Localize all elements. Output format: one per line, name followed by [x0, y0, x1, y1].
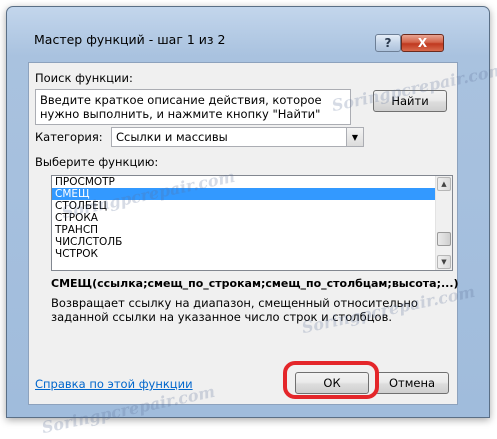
- close-icon: X: [417, 36, 428, 50]
- search-input[interactable]: Введите краткое описание действия, котор…: [35, 89, 351, 125]
- category-select[interactable]: Ссылки и массивы ▼: [111, 127, 364, 147]
- list-item-selected[interactable]: СМЕЩ: [52, 188, 452, 200]
- list-item[interactable]: ЧИСЛСТОЛБ: [52, 236, 452, 248]
- chevron-down-icon[interactable]: ▼: [346, 128, 363, 146]
- search-label: Поиск функции:: [35, 71, 133, 85]
- find-button[interactable]: Найти: [373, 90, 447, 112]
- function-listbox[interactable]: ПРОСМОТР СМЕЩ СТОЛБЕЦ СТРОКА ТРАНСП ЧИСЛ…: [51, 175, 453, 271]
- list-item[interactable]: СТОЛБЕЦ: [52, 200, 452, 212]
- function-help-link[interactable]: Справка по этой функции: [35, 377, 193, 391]
- help-button[interactable]: ?: [375, 34, 401, 52]
- dialog-client-area: Поиск функции: Введите краткое описание …: [28, 62, 459, 405]
- dialog-title: Мастер функций - шаг 1 из 2: [34, 32, 226, 47]
- ok-highlight-frame: [283, 361, 379, 399]
- cancel-button[interactable]: Отмена: [375, 372, 449, 394]
- category-value: Ссылки и массивы: [116, 130, 228, 144]
- list-item[interactable]: ТРАНСП: [52, 224, 452, 236]
- category-label: Категория:: [35, 130, 103, 144]
- scroll-down-icon[interactable]: ▼: [437, 255, 451, 269]
- find-button-label: Найти: [391, 94, 429, 108]
- list-item[interactable]: ПРОСМОТР: [52, 176, 452, 188]
- cancel-button-label: Отмена: [388, 376, 436, 390]
- function-signature: СМЕЩ(ссылка;смещ_по_строкам;смещ_по_стол…: [51, 277, 459, 290]
- list-item[interactable]: ЧСТРОК: [52, 248, 452, 260]
- close-button[interactable]: X: [401, 34, 444, 52]
- vertical-scrollbar[interactable]: ▲ ▼: [435, 176, 452, 270]
- scroll-up-icon[interactable]: ▲: [437, 177, 451, 191]
- question-icon: ?: [384, 36, 392, 50]
- function-description: Возвращает ссылку на диапазон, смещенный…: [51, 296, 418, 324]
- scrollbar-thumb[interactable]: [437, 232, 451, 246]
- list-item[interactable]: СТРОКА: [52, 212, 452, 224]
- function-list-label: Выберите функцию:: [35, 155, 159, 169]
